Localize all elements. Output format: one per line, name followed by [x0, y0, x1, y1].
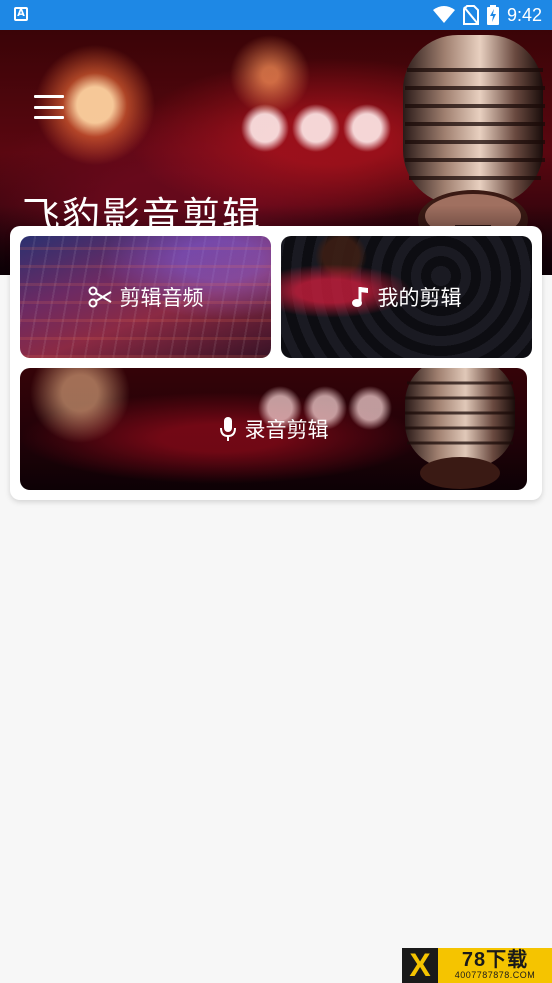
hamburger-menu-icon-bar — [34, 105, 64, 109]
app-screen: A 9:42 飞豹影音剪辑 剪辑音频 我的剪辑 录音剪辑 X 78下载 4007… — [0, 0, 552, 983]
cut-audio-label: 剪辑音频 — [119, 286, 204, 310]
feature-panel: 剪辑音频 我的剪辑 录音剪辑 — [10, 226, 542, 500]
cut-audio-tile[interactable]: 剪辑音频 — [20, 236, 271, 358]
watermark-logo: X 78下载 4007787878.COM — [402, 948, 552, 983]
watermark-text: 78下载 4007787878.COM — [438, 950, 552, 981]
record-edit-label: 录音剪辑 — [244, 418, 329, 442]
status-time: 9:42 — [506, 4, 542, 25]
status-bar: A 9:42 — [0, 0, 552, 30]
microphone-icon — [219, 417, 236, 441]
my-edits-label: 我的剪辑 — [377, 286, 462, 310]
hamburger-menu-icon-bar — [34, 95, 64, 98]
record-edit-label-group: 录音剪辑 — [219, 414, 329, 444]
hamburger-menu-icon-bar — [34, 116, 64, 119]
status-icons: 9:42 — [432, 0, 542, 30]
battery-charging-icon — [486, 5, 499, 25]
no-sim-icon — [462, 5, 479, 25]
app-notification-icon: A — [14, 7, 28, 21]
menu-button[interactable] — [34, 92, 64, 122]
microphone-illustration-small — [405, 368, 515, 489]
scissors-icon — [88, 286, 112, 308]
my-edits-tile[interactable]: 我的剪辑 — [281, 236, 532, 358]
watermark-main-text: 78下载 — [461, 949, 529, 971]
watermark-sub-text: 4007787878.COM — [454, 970, 536, 980]
wifi-icon — [432, 6, 455, 23]
my-edits-label-group: 我的剪辑 — [351, 282, 462, 312]
music-note-icon — [351, 287, 368, 307]
watermark-x-mark: X — [402, 948, 438, 983]
cut-audio-label-group: 剪辑音频 — [88, 282, 204, 312]
record-edit-tile[interactable]: 录音剪辑 — [20, 368, 527, 490]
